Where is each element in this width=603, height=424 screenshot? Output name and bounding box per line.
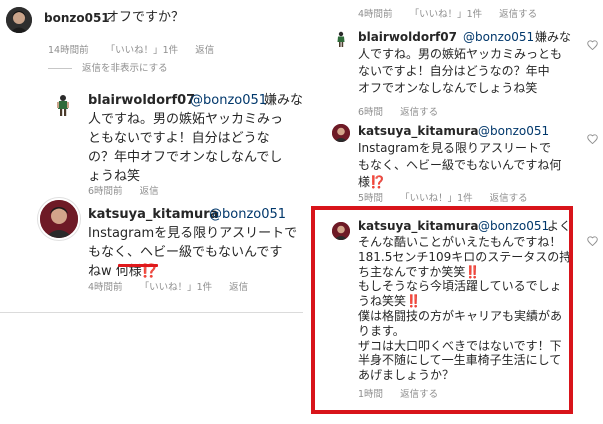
like-count[interactable]: 「いいね！」1件 xyxy=(410,9,483,20)
avatar[interactable] xyxy=(38,198,80,240)
comment-meta: 4時間前 「いいね！」1件 返信する xyxy=(358,6,551,20)
mention-link[interactable]: @bonzo051 xyxy=(478,124,549,138)
comment-text-first: 嫌みな xyxy=(264,93,303,108)
like-count[interactable]: 「いいね！」1件 xyxy=(106,45,179,56)
comment-time: 6時間 xyxy=(358,107,384,118)
heart-icon[interactable] xyxy=(587,236,598,246)
comment-username[interactable]: bonzo051 xyxy=(44,11,110,25)
mention-link[interactable]: @bonzo051 xyxy=(463,30,534,44)
reply-link[interactable]: 返信する xyxy=(499,9,537,20)
user-portrait-icon xyxy=(40,200,78,238)
comment-time: 5時間 xyxy=(358,193,384,204)
comment-username[interactable]: katsuya_kitamura xyxy=(88,207,218,222)
heart-icon[interactable] xyxy=(587,134,598,144)
reply-link[interactable]: 返信 xyxy=(140,186,159,197)
screenshot-canvas: bonzo051 オフですか？ 14時間前 「いいね！」1件 返信 返信を非表示… xyxy=(0,0,603,424)
comment-meta: 5時間 「いいね！」1件 返信する xyxy=(358,190,542,204)
comment-text: オフですか？ xyxy=(106,10,185,25)
reply-link[interactable]: 返信する xyxy=(490,193,528,204)
user-portrait-icon xyxy=(332,124,350,142)
red-underline-annotation xyxy=(118,264,158,267)
avatar[interactable] xyxy=(50,92,76,118)
figure-avatar-icon xyxy=(50,92,76,118)
comment-time: 6時間前 xyxy=(88,186,123,197)
comment-meta: 6時間前 返信 xyxy=(88,183,173,197)
comment-username[interactable]: blairwoldorf07 xyxy=(358,30,457,44)
divider-line xyxy=(48,68,72,69)
comment-time: 4時間前 xyxy=(358,9,393,20)
heart-icon[interactable] xyxy=(587,40,598,50)
reply-link[interactable]: 返信 xyxy=(229,282,248,293)
comment-meta: 4時間前 「いいね！」1件 返信 xyxy=(88,279,262,293)
comment-time: 4時間前 xyxy=(88,282,123,293)
comment-username[interactable]: katsuya_kitamura xyxy=(358,124,478,138)
comment-text: 人ですね。男の嫉妬ヤッカミみっとも ないですよ！自分はどうなの？年中 オフでオン… xyxy=(358,47,563,95)
avatar[interactable] xyxy=(332,124,350,142)
like-count[interactable]: 「いいね！」1件 xyxy=(400,193,473,204)
red-highlight-box-annotation xyxy=(311,206,573,414)
blank-area xyxy=(0,313,303,424)
comment-text-first: 嫌みな xyxy=(535,30,572,44)
figure-avatar-icon xyxy=(332,30,350,48)
comment-text: Instagramを見る限りアスリートで もなく、ヘビー級でもないんですね何 様… xyxy=(358,141,562,189)
left-comment-panel: bonzo051 オフですか？ 14時間前 「いいね！」1件 返信 返信を非表示… xyxy=(0,0,303,313)
hide-replies-label[interactable]: 返信を非表示にする xyxy=(82,63,168,74)
comment-username[interactable]: blairwoldorf07 xyxy=(88,93,195,108)
reply-link[interactable]: 返信 xyxy=(195,45,214,56)
mention-link[interactable]: @bonzo051 xyxy=(190,93,267,108)
comment-text: Instagramを見る限りアスリートで もなく、ヘビー級でもないんです ねw … xyxy=(88,226,298,279)
avatar[interactable] xyxy=(332,30,350,48)
reply-link[interactable]: 返信する xyxy=(400,107,438,118)
like-count[interactable]: 「いいね！」1件 xyxy=(140,282,213,293)
user-portrait-icon xyxy=(6,7,32,33)
comment-text: 人ですね。男の嫉妬ヤッカミみっ ともないですよ！自分はどうな の？年中オフでオン… xyxy=(88,112,284,184)
comment-meta: 14時間前 「いいね！」1件 返信 xyxy=(48,42,228,56)
mention-link[interactable]: @bonzo051 xyxy=(209,207,286,222)
hide-replies-toggle[interactable]: 返信を非表示にする xyxy=(48,60,168,74)
right-comment-panel: 4時間前 「いいね！」1件 返信する blairwoldorf07 @bonzo… xyxy=(303,0,603,424)
avatar[interactable] xyxy=(6,7,32,33)
comment-time: 14時間前 xyxy=(48,45,89,56)
comment-meta: 6時間 返信する xyxy=(358,104,452,118)
